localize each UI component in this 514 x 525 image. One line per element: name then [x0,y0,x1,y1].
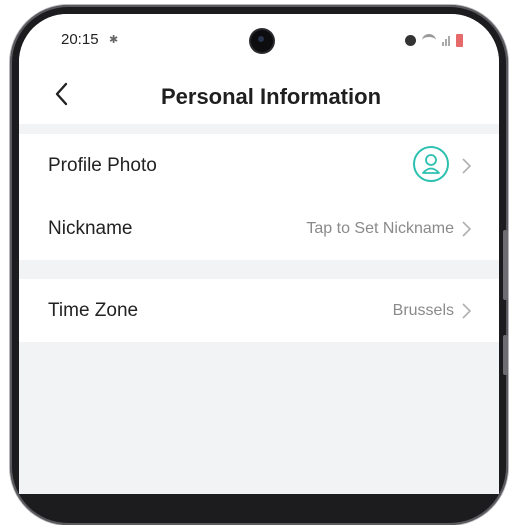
time-zone-value: Brussels [392,301,454,319]
time-zone-row[interactable]: Time Zone Brussels [19,279,499,342]
signal-icon [442,35,450,46]
settings-status-icon: ✱ [109,34,119,46]
nickname-label: Nickname [48,217,133,239]
time-zone-label: Time Zone [48,299,139,321]
avatar[interactable] [413,146,449,182]
status-icons [405,34,463,47]
battery-icon [456,34,463,47]
user-icon [422,154,440,174]
status-time: 20:15 [61,31,99,48]
profile-photo-row[interactable]: Profile Photo [19,134,499,197]
header: Personal Information [19,64,499,124]
profile-group: Profile Photo Nickname Tap to Set Nickna… [19,134,499,260]
power-button [503,335,508,375]
chevron-right-icon [462,302,471,319]
profile-photo-label: Profile Photo [48,154,157,176]
settings-group: Time Zone Brussels [19,279,499,342]
nickname-row[interactable]: Nickname Tap to Set Nickname [19,197,499,260]
wifi-icon [422,34,436,47]
page-title: Personal Information [160,84,382,109]
front-camera [251,30,273,52]
nickname-value: Tap to Set Nickname [306,219,454,237]
alarm-icon [405,35,416,46]
status-bar: 20:15 ✱ [19,14,499,64]
chevron-right-icon [462,220,471,237]
volume-button [503,230,508,300]
screen: 20:15 ✱ Personal Information Profile Pho… [19,14,499,494]
chevron-right-icon [462,157,471,174]
